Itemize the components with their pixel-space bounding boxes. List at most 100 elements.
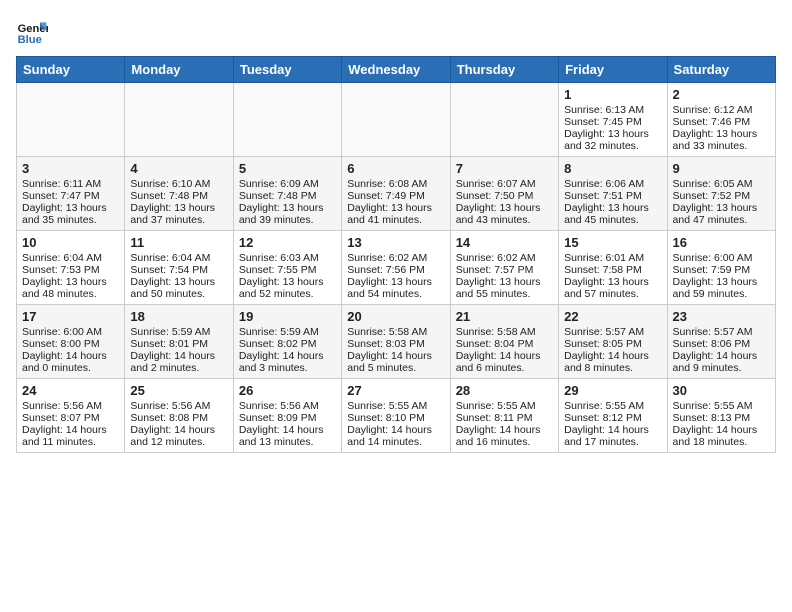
header-monday: Monday: [125, 57, 233, 83]
day-info: Sunset: 7:49 PM: [347, 190, 444, 202]
day-info: Daylight: 13 hours: [673, 276, 770, 288]
day-info: Sunrise: 5:55 AM: [347, 400, 444, 412]
day-info: Sunset: 7:58 PM: [564, 264, 661, 276]
calendar-cell: [233, 83, 341, 157]
day-info: and 16 minutes.: [456, 436, 553, 448]
day-info: Daylight: 14 hours: [22, 424, 119, 436]
day-info: Sunset: 7:47 PM: [22, 190, 119, 202]
calendar-header-row: SundayMondayTuesdayWednesdayThursdayFrid…: [17, 57, 776, 83]
day-number: 23: [673, 309, 770, 324]
page-header: General Blue: [16, 16, 776, 48]
day-number: 2: [673, 87, 770, 102]
day-info: and 0 minutes.: [22, 362, 119, 374]
day-info: Sunset: 7:52 PM: [673, 190, 770, 202]
day-info: Daylight: 14 hours: [22, 350, 119, 362]
day-info: and 39 minutes.: [239, 214, 336, 226]
day-info: Daylight: 13 hours: [456, 202, 553, 214]
day-info: Daylight: 14 hours: [673, 350, 770, 362]
day-info: Daylight: 14 hours: [239, 424, 336, 436]
day-info: Daylight: 14 hours: [456, 424, 553, 436]
calendar-cell: [17, 83, 125, 157]
day-number: 6: [347, 161, 444, 176]
day-info: Daylight: 13 hours: [239, 202, 336, 214]
day-info: Sunrise: 6:10 AM: [130, 178, 227, 190]
day-info: Sunset: 7:57 PM: [456, 264, 553, 276]
day-info: Daylight: 14 hours: [130, 424, 227, 436]
day-info: Sunrise: 6:06 AM: [564, 178, 661, 190]
day-info: Sunrise: 6:02 AM: [347, 252, 444, 264]
day-info: Daylight: 14 hours: [564, 424, 661, 436]
day-info: Sunset: 7:50 PM: [456, 190, 553, 202]
calendar-body: 1Sunrise: 6:13 AMSunset: 7:45 PMDaylight…: [17, 83, 776, 453]
day-info: Sunset: 7:55 PM: [239, 264, 336, 276]
day-info: Sunset: 8:07 PM: [22, 412, 119, 424]
calendar-cell: 5Sunrise: 6:09 AMSunset: 7:48 PMDaylight…: [233, 157, 341, 231]
calendar-cell: 16Sunrise: 6:00 AMSunset: 7:59 PMDayligh…: [667, 231, 775, 305]
day-info: and 3 minutes.: [239, 362, 336, 374]
calendar-cell: 3Sunrise: 6:11 AMSunset: 7:47 PMDaylight…: [17, 157, 125, 231]
day-info: Sunrise: 6:11 AM: [22, 178, 119, 190]
day-info: and 54 minutes.: [347, 288, 444, 300]
day-number: 25: [130, 383, 227, 398]
day-info: Sunrise: 6:08 AM: [347, 178, 444, 190]
day-info: Daylight: 13 hours: [347, 276, 444, 288]
calendar-cell: 4Sunrise: 6:10 AMSunset: 7:48 PMDaylight…: [125, 157, 233, 231]
calendar-table: SundayMondayTuesdayWednesdayThursdayFrid…: [16, 56, 776, 453]
calendar-cell: 24 Sunrise: 5:56 AMSunset: 8:07 PMDayligh…: [17, 379, 125, 453]
day-info: and 8 minutes.: [564, 362, 661, 374]
calendar-cell: 22Sunrise: 5:57 AMSunset: 8:05 PMDayligh…: [559, 305, 667, 379]
day-number: 30: [673, 383, 770, 398]
day-info: Sunrise: 6:00 AM: [673, 252, 770, 264]
calendar-cell: 28 Sunrise: 5:55 AMSunset: 8:11 PMDayligh…: [450, 379, 558, 453]
day-info: Sunrise: 5:55 AM: [456, 400, 553, 412]
day-number: 19: [239, 309, 336, 324]
day-info: Daylight: 13 hours: [130, 276, 227, 288]
day-info: and 59 minutes.: [673, 288, 770, 300]
calendar-cell: 13Sunrise: 6:02 AMSunset: 7:56 PMDayligh…: [342, 231, 450, 305]
calendar-cell: 25Sunrise: 5:56 AMSunset: 8:08 PMDayligh…: [125, 379, 233, 453]
day-info: and 37 minutes.: [130, 214, 227, 226]
day-info: and 47 minutes.: [673, 214, 770, 226]
day-info: Daylight: 13 hours: [22, 276, 119, 288]
day-info: Sunrise: 6:09 AM: [239, 178, 336, 190]
day-number: 18: [130, 309, 227, 324]
calendar-cell: 10Sunrise: 6:04 AMSunset: 7:53 PMDayligh…: [17, 231, 125, 305]
calendar-cell: 21Sunrise: 5:58 AMSunset: 8:04 PMDayligh…: [450, 305, 558, 379]
day-info: Daylight: 13 hours: [673, 202, 770, 214]
day-number: 5: [239, 161, 336, 176]
day-info: Sunset: 7:56 PM: [347, 264, 444, 276]
calendar-cell: 2Sunrise: 6:12 AMSunset: 7:46 PMDaylight…: [667, 83, 775, 157]
day-info: Sunrise: 6:00 AM: [22, 326, 119, 338]
day-info: and 11 minutes.: [22, 436, 119, 448]
day-number: 14: [456, 235, 553, 250]
day-info: and 6 minutes.: [456, 362, 553, 374]
day-number: 26: [239, 383, 336, 398]
day-info: Daylight: 13 hours: [564, 202, 661, 214]
day-number: 20: [347, 309, 444, 324]
day-info: Daylight: 13 hours: [564, 276, 661, 288]
calendar-cell: 1Sunrise: 6:13 AMSunset: 7:45 PMDaylight…: [559, 83, 667, 157]
day-info: Daylight: 13 hours: [239, 276, 336, 288]
day-info: Sunrise: 5:59 AM: [130, 326, 227, 338]
calendar-cell: 19Sunrise: 5:59 AMSunset: 8:02 PMDayligh…: [233, 305, 341, 379]
header-friday: Friday: [559, 57, 667, 83]
week-row-0: 1Sunrise: 6:13 AMSunset: 7:45 PMDaylight…: [17, 83, 776, 157]
day-info: Sunset: 8:11 PM: [456, 412, 553, 424]
day-info: Sunset: 7:48 PM: [130, 190, 227, 202]
day-info: Daylight: 13 hours: [22, 202, 119, 214]
day-info: Daylight: 14 hours: [347, 350, 444, 362]
day-info: and 5 minutes.: [347, 362, 444, 374]
day-info: Sunrise: 5:56 AM: [22, 400, 119, 412]
day-info: and 12 minutes.: [130, 436, 227, 448]
day-info: Sunset: 7:59 PM: [673, 264, 770, 276]
day-info: and 14 minutes.: [347, 436, 444, 448]
day-info: and 43 minutes.: [456, 214, 553, 226]
day-info: and 18 minutes.: [673, 436, 770, 448]
calendar-cell: 20Sunrise: 5:58 AMSunset: 8:03 PMDayligh…: [342, 305, 450, 379]
day-number: 28: [456, 383, 553, 398]
header-wednesday: Wednesday: [342, 57, 450, 83]
day-info: Sunset: 8:03 PM: [347, 338, 444, 350]
day-number: 24: [22, 383, 119, 398]
calendar-cell: 17Sunrise: 6:00 AMSunset: 8:00 PMDayligh…: [17, 305, 125, 379]
day-info: and 32 minutes.: [564, 140, 661, 152]
